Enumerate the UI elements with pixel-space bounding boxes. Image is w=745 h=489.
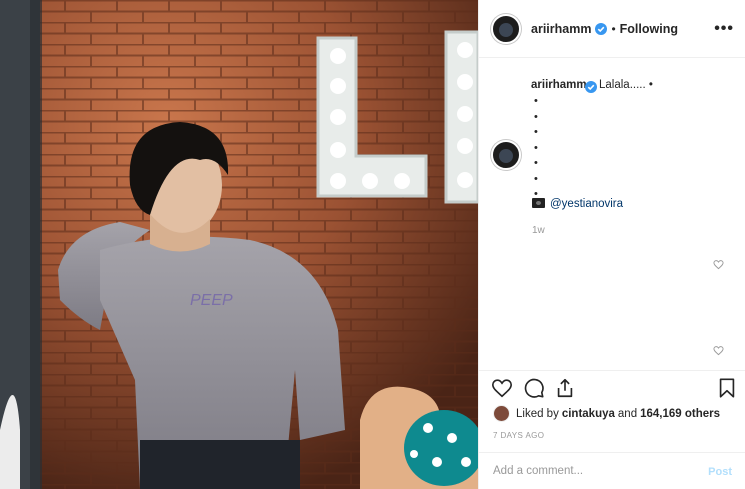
- post-header: ariirhamm • Following •••: [479, 0, 745, 58]
- caption-username[interactable]: ariirhamm: [531, 79, 587, 91]
- caption-bullet: •: [534, 157, 538, 169]
- caption-avatar[interactable]: [491, 140, 521, 170]
- post-image: PEEP: [0, 0, 478, 489]
- camera-icon: [532, 198, 545, 208]
- save-bookmark-icon[interactable]: [716, 377, 738, 399]
- verified-badge-icon: [595, 22, 608, 35]
- share-icon[interactable]: [554, 377, 576, 399]
- caption-tag-line: @yestianovira: [532, 198, 623, 210]
- like-comment-heart-icon[interactable]: [713, 259, 724, 270]
- post-photo[interactable]: PEEP: [0, 0, 478, 489]
- caption-bullet: •: [534, 110, 538, 123]
- add-comment-bar: Post: [479, 452, 745, 489]
- likes-prefix: Liked by: [516, 407, 559, 420]
- post-details-pane: ariirhamm • Following ••• ariirhamm Lala…: [478, 0, 745, 489]
- author-avatar[interactable]: [491, 13, 521, 44]
- caption-bullet: •: [534, 126, 538, 138]
- liker-avatar[interactable]: [493, 405, 510, 422]
- caption-bullet: •: [534, 95, 538, 107]
- like-comment-heart-icon[interactable]: [713, 345, 724, 356]
- more-options-icon[interactable]: •••: [714, 20, 734, 38]
- likes-middle: and: [617, 407, 638, 420]
- like-heart-icon[interactable]: [491, 377, 513, 399]
- comments-section: ariirhamm Lalala..... • • • • • • • • @y…: [479, 58, 745, 370]
- post-date: 7 DAYS AGO: [493, 431, 545, 440]
- caption-bullets: • • • • • • •: [534, 94, 538, 203]
- likes-count-link[interactable]: 164,169 others: [640, 408, 720, 420]
- caption-text: Lalala..... •: [599, 79, 653, 91]
- post-comment-button[interactable]: Post: [708, 466, 732, 478]
- author-username[interactable]: ariirhamm: [531, 22, 591, 36]
- post-actions-bar: [479, 370, 745, 404]
- caption-verified-icon: [585, 81, 597, 93]
- comment-bubble-icon[interactable]: [523, 377, 545, 399]
- caption-age: 1w: [532, 225, 545, 236]
- caption-bullet: •: [534, 141, 538, 154]
- likes-summary: Liked by cintakuya and 164,169 others: [493, 405, 723, 422]
- caption-bullet: •: [534, 172, 538, 185]
- header-separator: •: [611, 21, 616, 36]
- svg-text:PEEP: PEEP: [190, 292, 233, 309]
- comment-input[interactable]: [493, 465, 693, 477]
- following-button[interactable]: Following: [620, 22, 678, 36]
- tagged-user-link[interactable]: @yestianovira: [550, 198, 623, 210]
- liker-username[interactable]: cintakuya: [562, 408, 615, 420]
